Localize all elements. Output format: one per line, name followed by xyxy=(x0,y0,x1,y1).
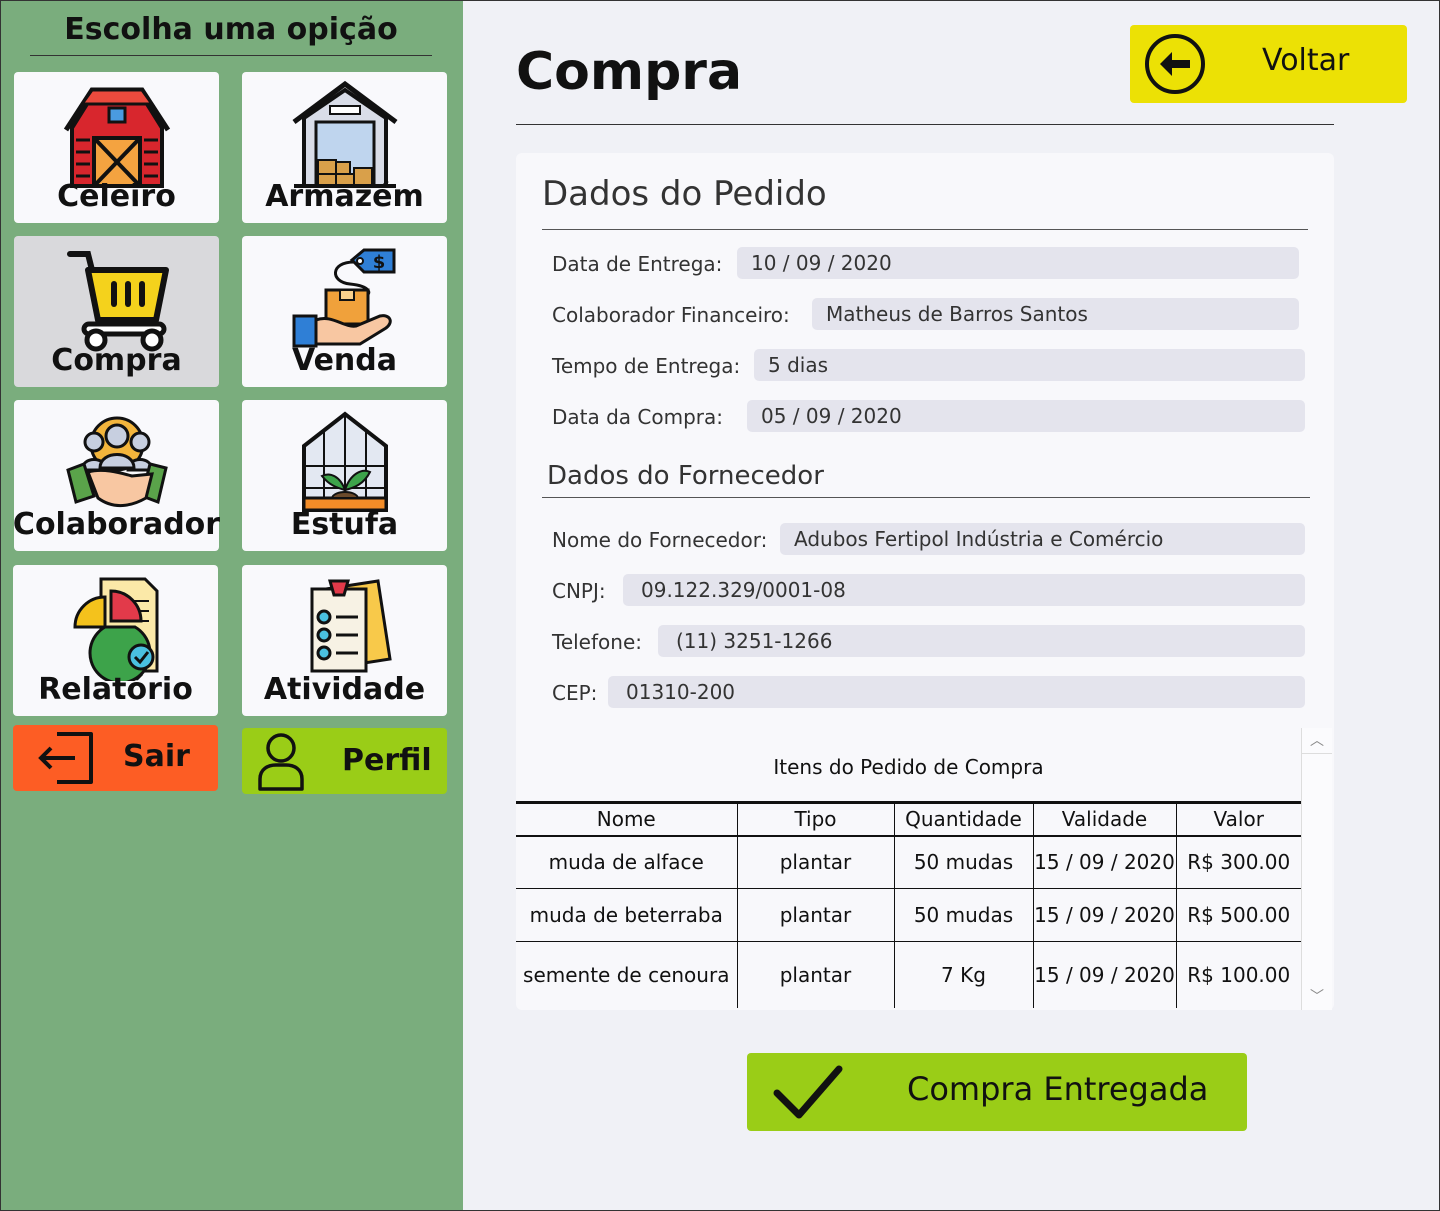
back-label: Voltar xyxy=(1262,43,1350,78)
colaborador-field[interactable]: Matheus de Barros Santos xyxy=(812,298,1299,330)
field-label: Tempo de Entrega: xyxy=(552,354,741,378)
sidebar-item-label: Armazém xyxy=(265,179,424,214)
field-label: Telefone: xyxy=(552,630,642,654)
table-cell: 15 / 09 / 2020 xyxy=(1032,888,1176,942)
field-label: CEP: xyxy=(552,681,598,705)
arrow-left-circle-icon xyxy=(1145,34,1205,94)
data-compra-field[interactable]: 05 / 09 / 2020 xyxy=(747,400,1305,432)
confirm-delivery-button[interactable]: Compra Entregada xyxy=(747,1053,1247,1131)
sidebar-item-label: Estufa xyxy=(290,507,399,542)
checkmark-icon xyxy=(773,1065,843,1119)
column-header[interactable]: Tipo xyxy=(736,802,894,837)
telefone-field[interactable]: (11) 3251-1266 xyxy=(658,625,1305,657)
sidebar-item-label: Colaborador xyxy=(12,507,221,542)
table-cell: R$ 500.00 xyxy=(1175,888,1301,942)
table-caption: Itens do Pedido de Compra xyxy=(773,755,1044,779)
table-cell: 50 mudas xyxy=(893,888,1033,942)
table-cell: 7 Kg xyxy=(893,941,1033,1008)
table-header-row: Nome Tipo Quantidade Validade Valor xyxy=(516,802,1301,837)
profile-label: Perfil xyxy=(342,743,432,778)
sidebar-item-label: Relatório xyxy=(38,672,193,707)
checklist-icon xyxy=(310,579,392,673)
sidebar-item-label: Venda xyxy=(292,343,397,378)
chevron-up-icon[interactable]: ︿ xyxy=(1302,728,1332,754)
items-table: Nome Tipo Quantidade Validade Valor muda… xyxy=(516,801,1301,1008)
sale-hand-icon: $ xyxy=(292,248,395,348)
sidebar-item-label: Celeiro xyxy=(57,179,176,214)
cnpj-field[interactable]: 09.122.329/0001-08 xyxy=(623,574,1305,606)
divider xyxy=(542,497,1310,498)
sidebar-item-armazem[interactable]: Armazém xyxy=(242,72,447,223)
divider xyxy=(542,229,1308,230)
table-row[interactable]: muda de beterraba plantar 50 mudas 15 / … xyxy=(516,888,1301,942)
chevron-down-icon[interactable]: ﹀ xyxy=(1302,984,1332,1010)
tempo-entrega-field[interactable]: 5 dias xyxy=(754,349,1305,381)
sidebar-item-atividade[interactable]: Atividade xyxy=(242,565,447,716)
sidebar: Escolha uma opição Celeiro Armazém Compr… xyxy=(0,0,463,1211)
field-label: Colaborador Financeiro: xyxy=(552,303,790,327)
user-icon xyxy=(258,733,304,791)
logout-icon xyxy=(38,732,93,784)
table-cell: R$ 100.00 xyxy=(1175,941,1301,1008)
profile-button[interactable]: Perfil xyxy=(242,728,447,794)
field-label: Nome do Fornecedor: xyxy=(552,528,768,552)
shopping-cart-icon xyxy=(66,251,169,352)
cep-field[interactable]: 01310-200 xyxy=(608,676,1305,708)
sidebar-title: Escolha uma opição xyxy=(30,12,432,56)
table-cell: muda de alface xyxy=(548,850,704,875)
table-cell: plantar xyxy=(736,835,894,889)
confirm-delivery-label: Compra Entregada xyxy=(907,1070,1209,1108)
title-divider xyxy=(516,124,1334,125)
field-label: Data da Compra: xyxy=(552,405,724,429)
field-label: CNPJ: xyxy=(552,579,606,603)
field-label: Data de Entrega: xyxy=(552,252,723,276)
fornecedor-nome-field[interactable]: Adubos Fertipol Indústria e Comércio xyxy=(780,523,1305,555)
logout-label: Sair xyxy=(123,739,190,774)
back-button[interactable]: Voltar xyxy=(1130,25,1407,103)
table-cell: 15 / 09 / 2020 xyxy=(1032,835,1176,889)
table-cell: semente de cenoura xyxy=(516,941,737,1008)
column-header[interactable]: Valor xyxy=(1175,802,1301,837)
svg-text:$: $ xyxy=(372,252,385,273)
sidebar-item-label: Compra xyxy=(51,343,182,378)
report-chart-icon xyxy=(72,577,158,681)
table-cell: 50 mudas xyxy=(893,835,1033,889)
table-cell: plantar xyxy=(736,941,894,1008)
table-cell: 15 / 09 / 2020 xyxy=(1032,941,1176,1008)
section-title-fornecedor: Dados do Fornecedor xyxy=(547,461,824,491)
sidebar-item-compra[interactable]: Compra xyxy=(14,236,219,387)
section-title-pedido: Dados do Pedido xyxy=(542,174,827,214)
logout-button[interactable]: Sair xyxy=(13,725,218,791)
table-row[interactable]: semente de cenoura plantar 7 Kg 15 / 09 … xyxy=(516,941,1301,1008)
page-title: Compra xyxy=(516,42,743,102)
handshake-icon xyxy=(65,416,168,507)
barn-icon xyxy=(63,87,170,188)
table-row[interactable]: muda de alface plantar 50 mudas 15 / 09 … xyxy=(516,835,1301,889)
sidebar-item-estufa[interactable]: Estufa xyxy=(242,400,447,551)
column-header[interactable]: Nome xyxy=(516,802,737,837)
column-header[interactable]: Quantidade xyxy=(893,802,1033,837)
sidebar-item-relatorio[interactable]: Relatório xyxy=(13,565,218,716)
table-cell: muda de beterraba xyxy=(516,888,737,942)
table-cell: R$ 300.00 xyxy=(1175,835,1301,889)
sidebar-item-celeiro[interactable]: Celeiro xyxy=(14,72,219,223)
sidebar-item-label: Atividade xyxy=(263,672,426,707)
table-cell: plantar xyxy=(736,888,894,942)
sidebar-item-colaborador[interactable]: Colaborador xyxy=(12,400,221,551)
greenhouse-icon xyxy=(301,411,388,512)
table-scrollbar[interactable]: ︿ ﹀ xyxy=(1301,728,1332,1010)
warehouse-icon xyxy=(292,80,397,188)
sidebar-item-venda[interactable]: $ Venda xyxy=(242,236,447,387)
data-entrega-field[interactable]: 10 / 09 / 2020 xyxy=(737,247,1299,279)
column-header[interactable]: Validade xyxy=(1032,802,1176,837)
